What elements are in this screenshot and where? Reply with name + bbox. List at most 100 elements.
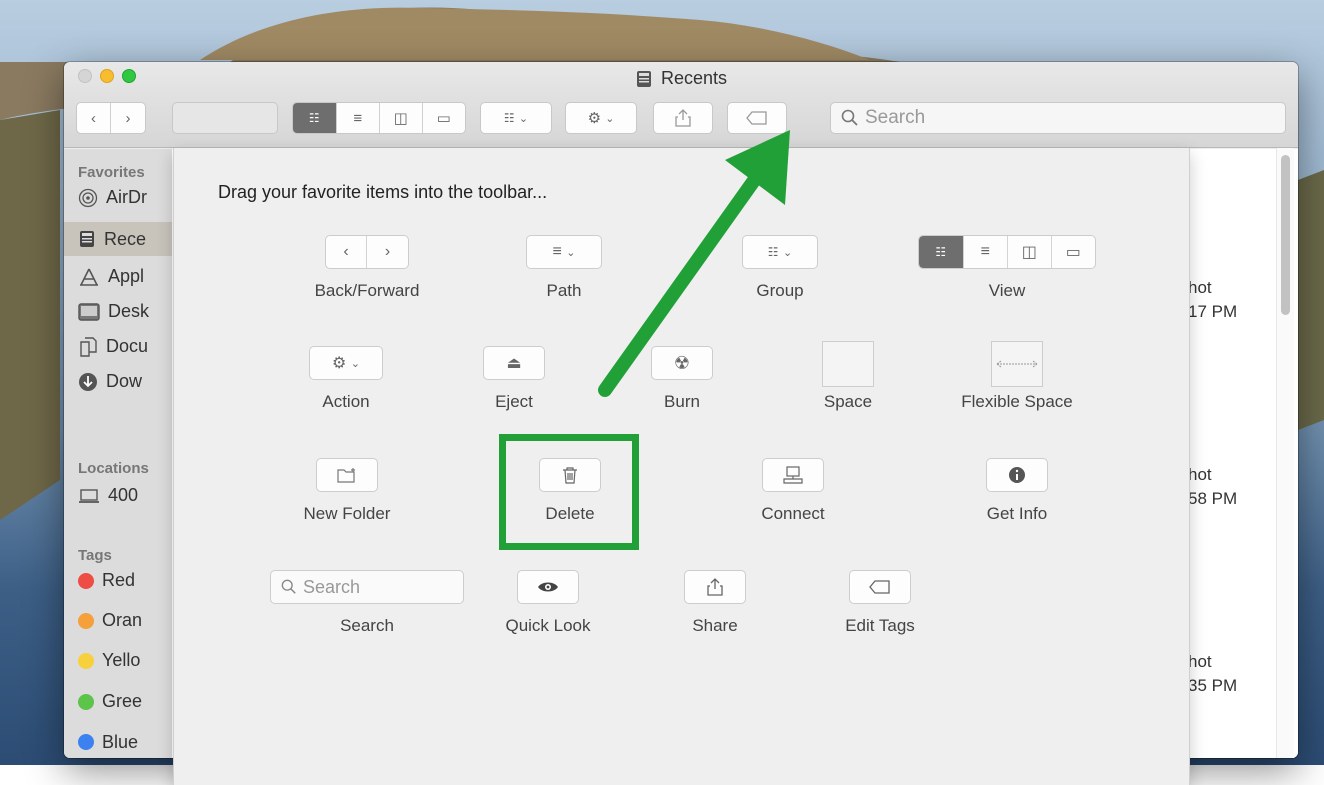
share-button[interactable] [653, 102, 713, 134]
item-edit-tags[interactable]: Edit Tags [780, 570, 980, 636]
radioactive-icon: ☢ [673, 352, 691, 373]
item-label: Connect [761, 504, 825, 523]
file-name: hot [1188, 465, 1212, 484]
file-time: 17 PM [1188, 302, 1238, 321]
chevron-down-icon: ⌄ [518, 112, 529, 125]
item-back-forward[interactable]: ‹ › Back/Forward [267, 235, 467, 301]
sidebar-item-label: 400 [108, 485, 139, 505]
item-label: Edit Tags [845, 616, 915, 635]
sidebar-tag-yellow[interactable]: Yello [78, 650, 140, 671]
chevron-down-icon: ⌄ [566, 246, 576, 259]
sidebar-item-label: Yello [102, 650, 141, 670]
group-control: ☷ ⌄ [742, 235, 818, 269]
icon-view-button[interactable]: ☷ [293, 103, 337, 133]
item-search[interactable]: Search Search [267, 570, 467, 636]
get-info-control [986, 458, 1048, 492]
back-button: ‹ [326, 236, 368, 268]
action-button[interactable]: ⚙ ⌄ [565, 102, 637, 134]
item-get-info[interactable]: Get Info [917, 458, 1117, 524]
column-view-button[interactable]: ◫ [380, 103, 423, 133]
list-icon: ≡ [980, 243, 990, 260]
gear-icon: ⚙ [587, 110, 602, 127]
item-path[interactable]: ≡ ⌄ Path [464, 235, 664, 301]
tag-icon [869, 580, 890, 594]
customize-toolbar-sheet: Drag your favorite items into the toolba… [173, 148, 1190, 785]
tag-dot-icon [78, 572, 94, 589]
list-view-button[interactable]: ≡ [337, 103, 380, 133]
group-button[interactable]: ☷ ⌄ [480, 102, 552, 134]
sidebar: Favorites AirDr Rece Appl Desk Docu Dow … [64, 149, 172, 758]
sidebar-item-location[interactable]: 400 [78, 485, 138, 506]
file-item-3[interactable]: hot 35 PM [1188, 650, 1237, 698]
share-control [684, 570, 746, 604]
sidebar-item-airdrop[interactable]: AirDr [78, 187, 147, 208]
window-title: Recents [64, 68, 1298, 89]
share-icon [707, 578, 723, 596]
sidebar-item-recents[interactable]: Rece [64, 222, 172, 256]
item-label: Back/Forward [314, 281, 420, 300]
view-control: ☷ ≡ ◫ ▭ [918, 235, 1096, 269]
sidebar-tag-red[interactable]: Red [78, 570, 135, 591]
file-item-2[interactable]: hot 58 PM [1188, 463, 1237, 511]
recents-icon [636, 70, 651, 87]
desktop-icon [78, 302, 100, 321]
sidebar-item-label: Dow [106, 371, 143, 391]
file-name: hot [1188, 652, 1212, 671]
new-folder-icon [337, 468, 355, 483]
file-time: 58 PM [1188, 489, 1238, 508]
tag-dot-icon [78, 612, 94, 629]
item-delete[interactable]: Delete [470, 458, 670, 524]
item-flexible-space[interactable]: Flexible Space [917, 341, 1117, 412]
columns-icon: ◫ [1021, 244, 1037, 261]
toolbar-search-field[interactable]: Search [830, 102, 1286, 134]
item-view[interactable]: ☷ ≡ ◫ ▭ View [907, 235, 1107, 301]
item-new-folder[interactable]: New Folder [247, 458, 447, 524]
back-button[interactable]: ‹ [77, 103, 112, 133]
file-item-1[interactable]: hot 17 PM [1188, 276, 1237, 324]
scrollbar-thumb[interactable] [1281, 155, 1290, 315]
sidebar-item-desktop[interactable]: Desk [78, 301, 149, 322]
sidebar-item-label: Docu [106, 336, 149, 356]
item-label: Path [546, 281, 582, 300]
tag-dot-icon [78, 734, 94, 750]
downloads-icon [79, 372, 97, 391]
forward-button[interactable]: › [111, 103, 145, 133]
edit-tags-control [849, 570, 911, 604]
sidebar-item-documents[interactable]: Docu [78, 336, 148, 357]
burn-control: ☢ [651, 346, 713, 380]
item-label: Group [756, 281, 804, 300]
eject-icon: ⏏ [506, 355, 522, 372]
item-label: Get Info [986, 504, 1048, 523]
sidebar-item-label: Oran [102, 610, 143, 630]
sidebar-item-label: Blue [102, 731, 139, 752]
item-label: Delete [545, 504, 595, 523]
tag-dot-icon [78, 652, 94, 669]
favorites-header: Favorites [78, 164, 145, 181]
delete-control [539, 458, 601, 492]
sidebar-item-label: Desk [108, 301, 150, 321]
search-icon [281, 579, 296, 594]
group-icon: ☷ [767, 245, 779, 259]
sidebar-item-applications[interactable]: Appl [78, 266, 144, 287]
airdrop-icon [78, 188, 98, 207]
chevron-down-icon: ⌄ [350, 357, 360, 370]
gallery-view-button[interactable]: ▭ [423, 103, 465, 133]
sidebar-tag-blue[interactable]: Blue [78, 731, 138, 753]
item-label: View [988, 281, 1026, 300]
item-group[interactable]: ☷ ⌄ Group [680, 235, 880, 301]
item-connect[interactable]: Connect [693, 458, 893, 524]
flexible-space-control [991, 341, 1043, 387]
tags-header: Tags [78, 547, 112, 564]
applications-icon [80, 268, 98, 286]
trash-icon [563, 467, 577, 484]
sidebar-tag-green[interactable]: Gree [78, 691, 142, 712]
sidebar-item-label: AirDr [106, 187, 147, 207]
sidebar-item-label: Appl [108, 266, 145, 286]
sidebar-tag-orange[interactable]: Oran [78, 610, 142, 631]
locations-header: Locations [78, 460, 149, 477]
sidebar-item-downloads[interactable]: Dow [78, 371, 142, 392]
edit-tags-button[interactable] [727, 102, 787, 134]
chevron-right-icon: › [384, 243, 391, 260]
path-control: ≡ ⌄ [526, 235, 602, 269]
tag-dot-icon [78, 693, 94, 710]
